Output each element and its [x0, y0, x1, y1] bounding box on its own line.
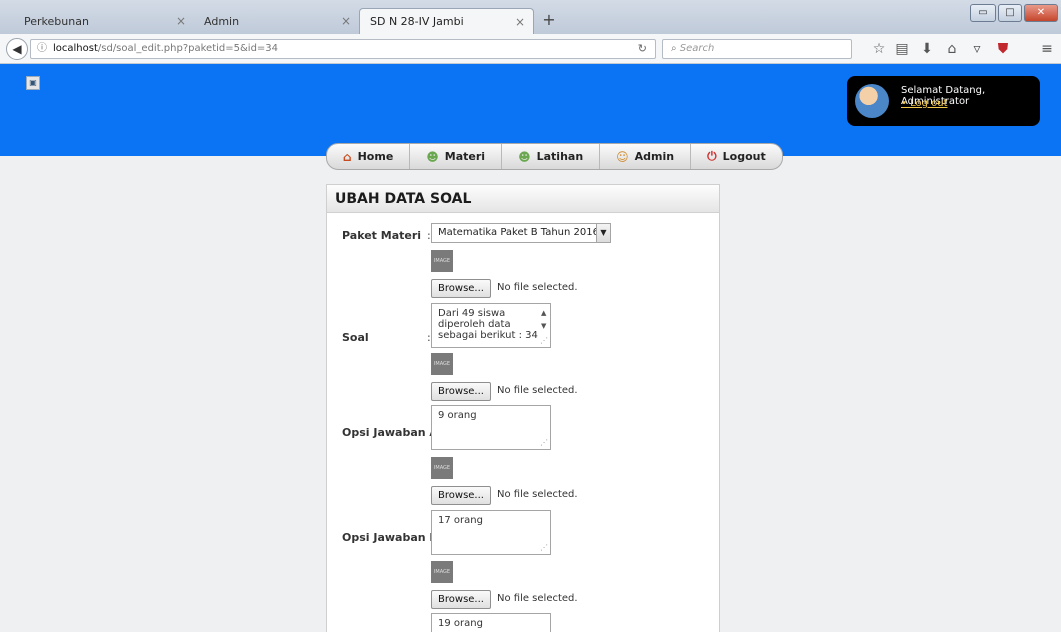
pocket-icon[interactable]: ▿ — [968, 41, 986, 57]
menu-item-label: Home — [357, 150, 394, 163]
resize-grip-icon[interactable]: ⋰ — [540, 542, 548, 553]
opsi-a-file-status: No file selected. — [497, 385, 578, 396]
home-browser-icon[interactable]: ⌂ — [943, 41, 961, 57]
edit-soal-panel: UBAH DATA SOAL Paket Materi : Matematika… — [326, 184, 720, 632]
info-icon[interactable]: ⓘ — [37, 43, 47, 54]
download-icon[interactable]: ⬇ — [918, 41, 936, 57]
menu-item-latihan[interactable]: ☻ Latihan — [502, 144, 601, 169]
search-icon: ⌕ — [671, 43, 677, 54]
resize-grip-icon[interactable]: ⋰ — [540, 437, 548, 448]
tab-title: Admin — [204, 14, 240, 28]
soal-text: Dari 49 siswa diperoleh data sebagai ber… — [438, 308, 538, 341]
menu-item-materi[interactable]: ☻ Materi — [410, 144, 503, 169]
power-icon: ⏻ — [707, 149, 717, 163]
opsi-a-browse-button[interactable]: Browse... — [431, 382, 491, 401]
opsi-a-image-thumbnail: IMAGE — [431, 353, 453, 375]
reload-icon[interactable]: ↻ — [638, 40, 647, 58]
panel-title: UBAH DATA SOAL — [327, 185, 719, 213]
close-tab-icon[interactable]: × — [341, 14, 351, 28]
browser-navbar: ◀ ⓘ localhost/sd/soal_edit.php?paketid=5&… — [0, 34, 1061, 64]
menu-item-label: Materi — [444, 150, 486, 163]
opsi-b-image-thumbnail: IMAGE — [431, 457, 453, 479]
chevron-down-icon: ▼ — [596, 224, 610, 242]
opsi-b-textarea[interactable]: 17 orang ⋰ — [431, 510, 551, 555]
soal-label: Soal — [342, 331, 369, 344]
menu-item-label: Admin — [634, 150, 675, 163]
minimize-window-button[interactable]: ▭ — [970, 4, 996, 22]
opsi-a-text: 9 orang — [438, 410, 477, 421]
maximize-window-button[interactable]: □ — [998, 4, 1022, 22]
url-path: /sd/soal_edit.php?paketid=5&id=34 — [97, 43, 279, 54]
soal-file-status: No file selected. — [497, 282, 578, 293]
soal-image-thumbnail: IMAGE — [431, 250, 453, 272]
menu-item-home[interactable]: ⌂ Home — [327, 144, 411, 169]
logout-link[interactable]: • Log out — [901, 98, 948, 109]
close-window-button[interactable]: ✕ — [1024, 4, 1058, 22]
scroll-up-icon[interactable]: ▲ — [541, 308, 546, 319]
close-tab-icon[interactable]: × — [176, 14, 186, 28]
opsi-c-text: 19 orang — [438, 618, 483, 629]
admin-icon: ☺ — [616, 149, 629, 164]
bookmark-star-icon[interactable]: ☆ — [870, 41, 888, 57]
tab-title: SD N 28-IV Jambi — [370, 15, 464, 28]
site-logo-icon: ▣ — [26, 76, 40, 90]
browser-tab-perkebunan[interactable]: Perkebunan × — [14, 8, 194, 34]
search-placeholder: Search — [679, 43, 715, 54]
paket-materi-select[interactable]: Matematika Paket B Tahun 2016 ▼ — [431, 223, 611, 243]
paket-materi-value: Matematika Paket B Tahun 2016 — [438, 227, 599, 238]
tab-title: Perkebunan — [24, 14, 89, 28]
opsi-c-file-status: No file selected. — [497, 593, 578, 604]
menu-item-admin[interactable]: ☺ Admin — [600, 144, 692, 169]
hamburger-menu-icon[interactable]: ≡ — [1038, 41, 1056, 57]
ublock-icon[interactable]: ⛊ — [994, 41, 1012, 57]
avatar — [855, 84, 889, 118]
back-arrow-icon[interactable]: ◀ — [6, 38, 28, 60]
soal-browse-button[interactable]: Browse... — [431, 279, 491, 298]
soal-textarea[interactable]: Dari 49 siswa diperoleh data sebagai ber… — [431, 303, 551, 348]
url-bar[interactable]: ⓘ localhost/sd/soal_edit.php?paketid=5&id… — [30, 39, 656, 59]
opsi-c-browse-button[interactable]: Browse... — [431, 590, 491, 609]
close-tab-icon[interactable]: × — [515, 15, 525, 29]
opsi-b-browse-button[interactable]: Browse... — [431, 486, 491, 505]
opsi-b-file-status: No file selected. — [497, 489, 578, 500]
scroll-down-icon[interactable]: ▼ — [541, 321, 546, 332]
home-icon: ⌂ — [343, 149, 352, 164]
browser-tabbar: Perkebunan × Admin × SD N 28-IV Jambi × … — [0, 0, 1061, 34]
menu-item-label: Logout — [722, 150, 766, 163]
resize-grip-icon[interactable]: ⋰ — [540, 335, 548, 346]
opsi-c-textarea[interactable]: 19 orang — [431, 613, 551, 632]
browser-tab-sd-jambi[interactable]: SD N 28-IV Jambi × — [359, 8, 534, 34]
browser-tab-admin[interactable]: Admin × — [194, 8, 359, 34]
menu-item-logout[interactable]: ⏻ Logout — [691, 144, 782, 169]
opsi-b-text: 17 orang — [438, 515, 483, 526]
search-input[interactable]: ⌕ Search — [662, 39, 852, 59]
main-menu: ⌂ Home ☻ Materi ☻ Latihan ☺ Admin ⏻ Logo… — [326, 143, 783, 170]
users-icon: ☻ — [518, 149, 531, 164]
menu-item-label: Latihan — [536, 150, 584, 163]
reading-list-icon[interactable]: ▤ — [893, 41, 911, 57]
paket-materi-label: Paket Materi — [342, 229, 422, 242]
welcome-box: Selamat Datang, Administrator • Log out — [847, 76, 1040, 126]
opsi-c-image-thumbnail: IMAGE — [431, 561, 453, 583]
users-icon: ☻ — [426, 149, 439, 164]
url-host: localhost — [53, 43, 98, 54]
new-tab-button[interactable]: + — [536, 10, 562, 32]
opsi-a-textarea[interactable]: 9 orang ⋰ — [431, 405, 551, 450]
